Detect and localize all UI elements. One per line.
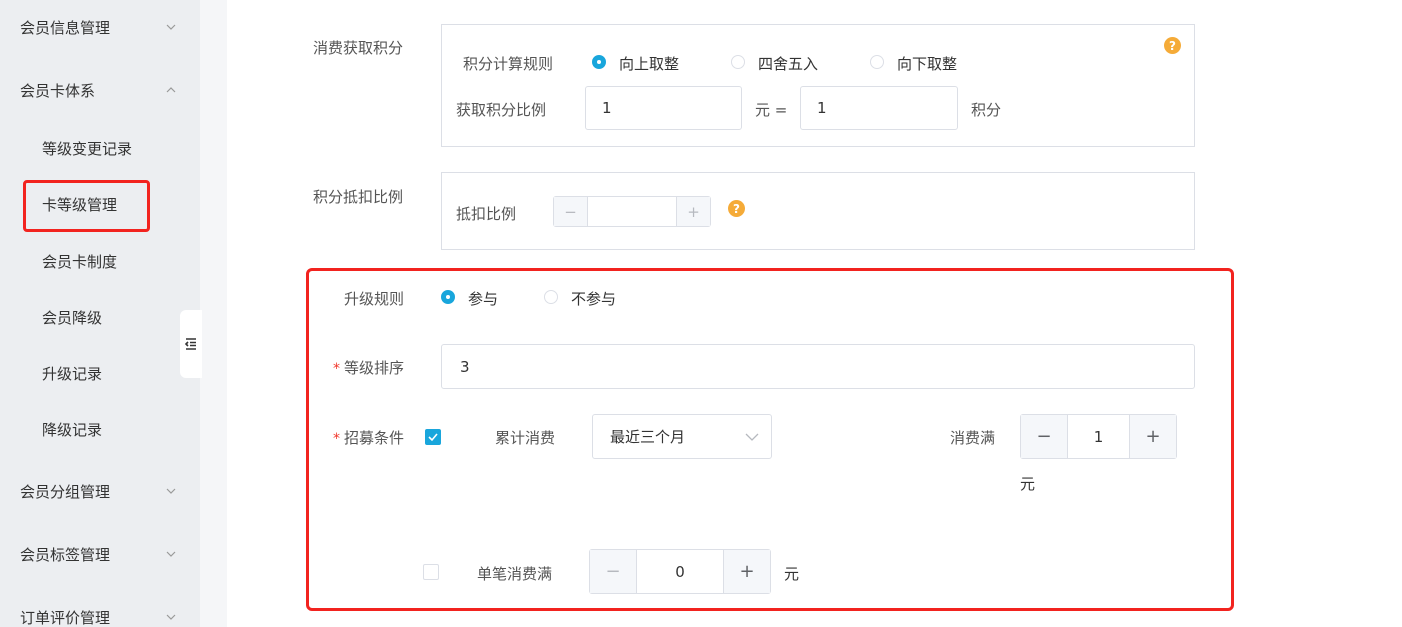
radio-round-up-label[interactable]: 向上取整: [619, 53, 679, 74]
radio-round-up[interactable]: [592, 55, 606, 69]
sidebar: 会员信息管理 会员卡体系 等级变更记录 卡等级管理 会员卡制度 会员降级 升级记…: [0, 0, 200, 627]
sidebar-item-label: 会员信息管理: [20, 18, 111, 37]
sidebar-item-label: 升级记录: [42, 364, 103, 383]
single-purchase-label: 单笔消费满: [477, 565, 553, 583]
deduct-ratio-label: 抵扣比例: [456, 205, 517, 223]
sidebar-item-card-system[interactable]: 会员卡体系: [0, 70, 200, 110]
chevron-down-icon: [165, 21, 177, 33]
threshold-label: 消费满: [950, 429, 996, 447]
cumulative-checkbox[interactable]: [425, 429, 441, 445]
sidebar-item-label: 会员卡体系: [20, 81, 96, 100]
upgrade-rule-label: 升级规则: [344, 290, 405, 308]
level-order-input[interactable]: 3: [441, 344, 1195, 389]
sidebar-item-label: 等级变更记录: [42, 139, 133, 158]
radio-not-participate[interactable]: [544, 290, 558, 304]
rounding-rule-label: 积分计算规则: [463, 55, 554, 73]
cumulative-amount-input[interactable]: 1: [1067, 415, 1130, 458]
period-select[interactable]: 最近三个月: [592, 414, 772, 459]
chevron-down-icon: [165, 485, 177, 497]
level-order-label: * 等级排序: [333, 357, 404, 378]
increment-button[interactable]: +: [724, 550, 770, 593]
collapse-sidebar-button[interactable]: [180, 310, 202, 378]
deduct-ratio-input[interactable]: [587, 197, 677, 226]
sidebar-item-level-change-log[interactable]: 等级变更记录: [0, 128, 200, 168]
check-icon: [428, 433, 438, 442]
sidebar-divider: [200, 0, 227, 627]
radio-not-participate-label[interactable]: 不参与: [571, 288, 616, 309]
radio-round-down[interactable]: [870, 55, 884, 69]
decrement-button[interactable]: −: [590, 550, 636, 593]
sidebar-item-label: 降级记录: [42, 420, 103, 439]
increment-button[interactable]: +: [1130, 415, 1176, 458]
single-unit-label: 元: [784, 565, 800, 583]
radio-round-down-label[interactable]: 向下取整: [897, 53, 957, 74]
single-amount-stepper: − 0 +: [589, 549, 771, 594]
required-mark: *: [333, 361, 340, 377]
yuan-equals-label: 元 =: [755, 101, 788, 119]
required-mark: *: [333, 431, 340, 447]
recruit-condition-label: * 招募条件: [333, 427, 404, 448]
increment-button[interactable]: +: [677, 197, 710, 226]
help-icon[interactable]: ?: [728, 200, 745, 217]
help-icon[interactable]: ?: [1164, 37, 1181, 54]
sidebar-item-member-groups[interactable]: 会员分组管理: [0, 471, 200, 511]
radio-participate[interactable]: [441, 290, 455, 304]
recruit-condition-label-text: 招募条件: [344, 429, 405, 447]
sidebar-item-label: 订单评价管理: [20, 608, 111, 627]
sidebar-item-member-downgrade[interactable]: 会员降级: [0, 297, 200, 337]
points-unit-label: 积分: [971, 101, 1002, 119]
cumulative-amount-stepper: − 1 +: [1020, 414, 1177, 459]
chevron-down-icon: [165, 548, 177, 560]
chevron-down-icon: [745, 431, 759, 443]
points-input[interactable]: 1: [800, 86, 958, 130]
sidebar-item-card-rules[interactable]: 会员卡制度: [0, 241, 200, 281]
cumulative-label: 累计消费: [495, 429, 556, 447]
sidebar-item-member-tags[interactable]: 会员标签管理: [0, 534, 200, 574]
radio-participate-label[interactable]: 参与: [468, 288, 498, 309]
sidebar-item-member-info[interactable]: 会员信息管理: [0, 7, 200, 47]
period-select-value: 最近三个月: [610, 428, 686, 446]
sidebar-item-order-reviews[interactable]: 订单评价管理: [0, 597, 200, 627]
sidebar-item-label: 会员卡制度: [42, 252, 118, 271]
cumulative-unit-label: 元: [1020, 475, 1036, 493]
sidebar-item-label: 会员降级: [42, 308, 103, 327]
yuan-input[interactable]: 1: [585, 86, 742, 130]
radio-round-half[interactable]: [731, 55, 745, 69]
decrement-button[interactable]: −: [554, 197, 587, 226]
sidebar-item-upgrade-log[interactable]: 升级记录: [0, 353, 200, 393]
level-order-label-text: 等级排序: [344, 359, 405, 377]
deduct-ratio-stepper: − +: [553, 196, 711, 227]
highlight-box: [23, 180, 150, 232]
radio-round-half-label[interactable]: 四舍五入: [758, 53, 818, 74]
earn-ratio-label: 获取积分比例: [456, 101, 547, 119]
decrement-button[interactable]: −: [1021, 415, 1067, 458]
single-amount-input[interactable]: 0: [636, 550, 724, 593]
sidebar-item-label: 会员标签管理: [20, 545, 111, 564]
outdent-icon: [184, 338, 196, 350]
sidebar-item-label: 会员分组管理: [20, 482, 111, 501]
sidebar-item-downgrade-log[interactable]: 降级记录: [0, 409, 200, 449]
points-earn-label: 消费获取积分: [313, 39, 404, 57]
points-deduct-label: 积分抵扣比例: [313, 188, 404, 206]
chevron-up-icon: [165, 84, 177, 96]
single-purchase-checkbox[interactable]: [423, 564, 439, 580]
chevron-down-icon: [165, 611, 177, 623]
